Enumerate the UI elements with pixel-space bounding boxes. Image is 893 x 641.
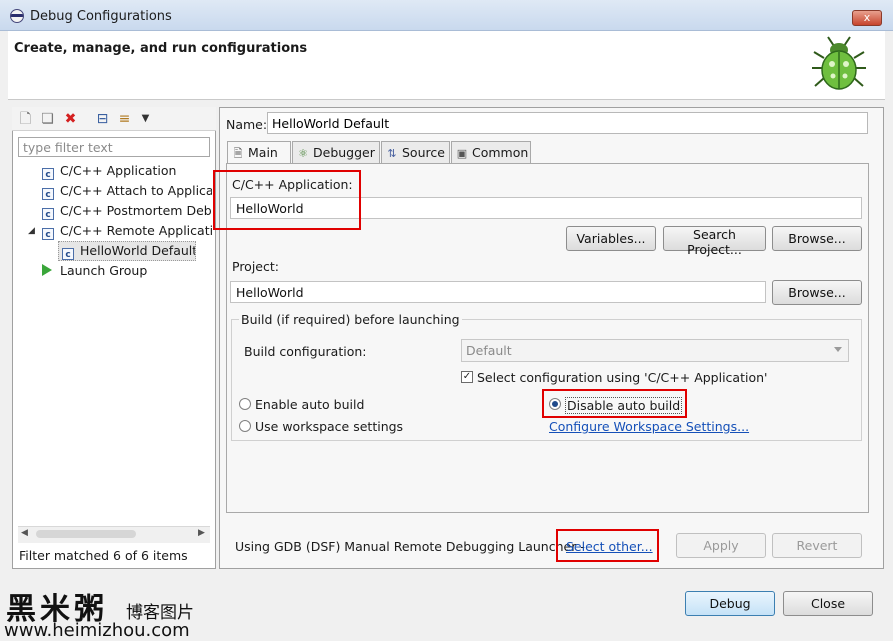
tree-item-launch-group[interactable]: Launch Group [42, 261, 212, 281]
filter-config-icon[interactable]: ≡ [117, 111, 132, 127]
enable-auto-build-label: Enable auto build [255, 397, 365, 412]
build-configuration-select[interactable]: Default [461, 339, 849, 362]
enable-auto-build-radio[interactable] [239, 398, 251, 410]
tab-source[interactable]: ⇅ Source [381, 141, 450, 163]
highlight-disable-auto-build [542, 389, 687, 418]
configure-workspace-settings-link[interactable]: Configure Workspace Settings... [549, 419, 749, 434]
window-close-button[interactable]: x [852, 10, 882, 26]
debug-button[interactable]: Debug [685, 591, 775, 616]
scroll-right-icon[interactable]: ▶ [198, 528, 205, 538]
tree-item-c-application[interactable]: c C/C++ Application [42, 161, 212, 181]
tab-main[interactable]: 🗎 Main [227, 141, 291, 164]
highlight-c-application [213, 170, 361, 230]
name-label: Name: [226, 117, 268, 132]
launcher-text: Using GDB (DSF) Manual Remote Debugging … [235, 539, 585, 554]
use-workspace-settings-label: Use workspace settings [255, 419, 404, 434]
search-project-button[interactable]: Search Project... [663, 226, 766, 257]
new-config-icon[interactable]: 🗋 [18, 111, 33, 127]
main-tab-icon: 🗎 [233, 147, 243, 160]
tree-item-c-postmortem[interactable]: c C/C++ Postmortem Debu [42, 201, 212, 221]
duplicate-config-icon[interactable]: ❏ [40, 111, 55, 127]
c-config-icon: c [62, 248, 74, 260]
common-tab-icon: ▣ [456, 147, 468, 160]
c-config-icon: c [42, 208, 54, 220]
highlight-select-other [556, 529, 659, 562]
window-title: Debug Configurations [30, 9, 172, 24]
banner-title: Create, manage, and run configurations [14, 41, 308, 56]
tree-item-helloworld-default[interactable]: c HelloWorld Default [58, 241, 196, 261]
scrollbar-thumb[interactable] [36, 530, 136, 538]
build-configuration-label: Build configuration: [244, 344, 367, 359]
source-tab-icon: ⇅ [387, 147, 397, 160]
browse-application-button[interactable]: Browse... [772, 226, 862, 251]
select-config-checkbox[interactable]: ✓ [461, 371, 473, 383]
tree-item-c-attach[interactable]: cC/C++ Attach to Applicatio [42, 181, 212, 201]
bug-tab-icon: ⚛ [298, 147, 308, 160]
filter-status: Filter matched 6 of 6 items [19, 548, 188, 563]
delete-config-icon[interactable]: ✖ [63, 111, 78, 127]
browse-project-button[interactable]: Browse... [772, 280, 862, 305]
tab-common[interactable]: ▣ Common [451, 141, 531, 163]
close-button[interactable]: Close [783, 591, 873, 616]
c-config-icon: c [42, 188, 54, 200]
launch-group-icon [42, 264, 52, 276]
view-menu-icon[interactable]: ▼ [138, 111, 153, 127]
revert-button[interactable]: Revert [772, 533, 862, 558]
tab-debugger[interactable]: ⚛ Debugger [292, 141, 380, 163]
collapse-all-icon[interactable]: ⊟ [95, 111, 110, 127]
c-config-icon: c [42, 168, 54, 180]
tree-expand-toggle-icon[interactable]: ◢ [28, 226, 35, 236]
filter-input[interactable] [18, 137, 210, 157]
tree-item-c-remote-application[interactable]: c C/C++ Remote Applicatio [42, 221, 212, 241]
build-group-title: Build (if required) before launching [239, 312, 462, 327]
use-workspace-settings-radio[interactable] [239, 420, 251, 432]
apply-button[interactable]: Apply [676, 533, 766, 558]
scroll-left-icon[interactable]: ◀ [21, 528, 28, 538]
debug-bug-icon [812, 36, 866, 90]
watermark-url: www.heimizhou.com [4, 620, 190, 641]
eclipse-icon [10, 9, 24, 23]
c-config-icon: c [42, 228, 54, 240]
select-config-label: Select configuration using 'C/C++ Applic… [477, 370, 768, 385]
project-input[interactable] [230, 281, 766, 303]
name-input[interactable] [267, 112, 868, 134]
variables-button[interactable]: Variables... [566, 226, 656, 251]
project-label: Project: [232, 259, 279, 274]
chevron-down-icon [834, 347, 842, 352]
